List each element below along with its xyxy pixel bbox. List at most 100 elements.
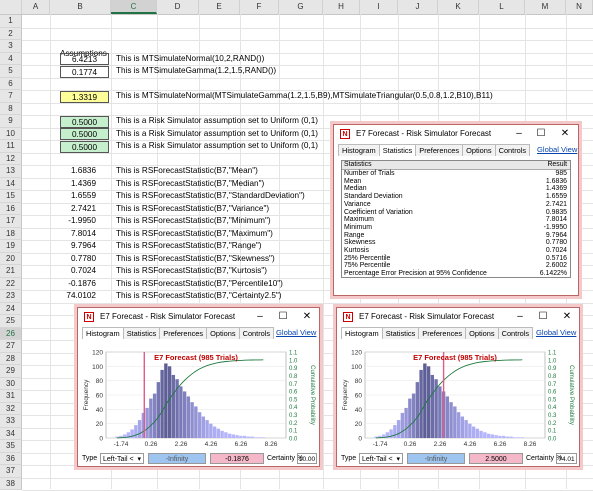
column-header-c[interactable]: C [111, 0, 157, 14]
close-icon[interactable]: ✕ [300, 308, 314, 326]
cell-value[interactable]: 6.4213 [60, 53, 109, 65]
tab-preferences[interactable]: Preferences [415, 144, 464, 156]
global-view-link[interactable]: Global View [537, 145, 577, 154]
column-header-m[interactable]: M [525, 0, 566, 14]
global-view-link[interactable]: Global View [536, 328, 576, 337]
row-header-2[interactable]: 2 [0, 27, 22, 40]
maximize-icon[interactable]: ☐ [276, 308, 290, 326]
column-header-d[interactable]: D [157, 0, 199, 14]
cell-value[interactable]: 0.5000 [60, 128, 109, 140]
row-header-6[interactable]: 6 [0, 77, 22, 90]
close-icon[interactable]: ✕ [560, 308, 574, 326]
statistics-window[interactable]: N E7 Forecast - Risk Simulator Forecast … [333, 124, 579, 296]
certainty-input[interactable]: 74.01 [556, 453, 577, 464]
cell-description[interactable]: This is a Risk Simulator assumption set … [116, 139, 318, 153]
row-header-5[interactable]: 5 [0, 65, 22, 78]
cell-value[interactable]: 0.5000 [60, 140, 109, 153]
cell-description[interactable]: This is RSForecastStatistic(B7,"Certaint… [116, 289, 282, 303]
row-header-30[interactable]: 30 [0, 377, 22, 390]
maximize-icon[interactable]: ☐ [536, 308, 550, 326]
tab-statistics[interactable]: Statistics [122, 327, 161, 339]
row-header-23[interactable]: 23 [0, 290, 22, 303]
row-header-3[interactable]: 3 [0, 40, 22, 53]
row-header-19[interactable]: 19 [0, 240, 22, 253]
minimize-icon[interactable]: – [512, 125, 526, 143]
row-header-1[interactable]: 1 [0, 15, 22, 28]
row-header-13[interactable]: 13 [0, 165, 22, 178]
row-header-17[interactable]: 17 [0, 215, 22, 228]
title-bar[interactable]: N E7 Forecast - Risk Simulator Forecast … [337, 308, 579, 326]
cell-value[interactable]: 0.1774 [60, 65, 109, 78]
row-header-25[interactable]: 25 [0, 315, 22, 328]
row-header-27[interactable]: 27 [0, 340, 22, 353]
column-header-g[interactable]: G [279, 0, 323, 14]
tab-options[interactable]: Options [462, 144, 496, 156]
tab-statistics[interactable]: Statistics [378, 144, 417, 156]
tab-options[interactable]: Options [465, 327, 499, 339]
minimize-icon[interactable]: – [253, 308, 267, 326]
row-header-20[interactable]: 20 [0, 252, 22, 265]
type-select[interactable]: Left-Tail < ▾ [100, 453, 144, 464]
maximize-icon[interactable]: ☐ [534, 125, 548, 143]
row-header-29[interactable]: 29 [0, 365, 22, 378]
column-header-l[interactable]: L [479, 0, 525, 14]
cell-value[interactable]: 74.0102 [54, 289, 96, 303]
tab-statistics[interactable]: Statistics [381, 327, 420, 339]
select-all-corner[interactable] [0, 0, 22, 14]
row-header-7[interactable]: 7 [0, 90, 22, 103]
column-header-a[interactable]: A [22, 0, 50, 14]
row-header-18[interactable]: 18 [0, 227, 22, 240]
title-bar[interactable]: N E7 Forecast - Risk Simulator Forecast … [78, 308, 319, 326]
cell-value[interactable]: 0.5000 [60, 115, 109, 128]
row-header-38[interactable]: 38 [0, 477, 22, 490]
lower-bound-input[interactable]: -Infinity [148, 453, 206, 464]
row-header-15[interactable]: 15 [0, 190, 22, 203]
row-header-4[interactable]: 4 [0, 52, 22, 65]
row-header-21[interactable]: 21 [0, 265, 22, 278]
column-header-f[interactable]: F [240, 0, 279, 14]
histogram-window-right[interactable]: N E7 Forecast - Risk Simulator Forecast … [336, 307, 580, 467]
certainty-input[interactable]: 10.00 [297, 453, 317, 464]
tab-controls[interactable]: Controls [494, 144, 531, 156]
row-header-26[interactable]: 26 [0, 327, 22, 340]
cell-description[interactable]: This is MTSimulateNormal(MTSimulateGamma… [116, 89, 493, 103]
column-header-b[interactable]: B [50, 0, 111, 14]
column-header-j[interactable]: J [398, 0, 438, 14]
tab-controls[interactable]: Controls [238, 327, 275, 339]
histogram-window-left[interactable]: N E7 Forecast - Risk Simulator Forecast … [77, 307, 320, 467]
column-header-i[interactable]: I [360, 0, 398, 14]
row-header-33[interactable]: 33 [0, 415, 22, 428]
row-header-12[interactable]: 12 [0, 152, 22, 165]
row-header-37[interactable]: 37 [0, 465, 22, 478]
tab-histogram[interactable]: Histogram [82, 327, 124, 339]
upper-bound-input[interactable]: 2.5000 [469, 453, 523, 464]
row-header-34[interactable]: 34 [0, 427, 22, 440]
row-header-16[interactable]: 16 [0, 202, 22, 215]
cell-value[interactable]: 1.3319 [60, 90, 109, 103]
global-view-link[interactable]: Global View [276, 328, 316, 337]
tab-options[interactable]: Options [206, 327, 240, 339]
cell-description[interactable]: This is MTSimulateGamma(1.2,1.5,RAND()) [116, 64, 276, 78]
row-header-28[interactable]: 28 [0, 352, 22, 365]
column-header-k[interactable]: K [438, 0, 479, 14]
row-header-35[interactable]: 35 [0, 440, 22, 453]
tab-histogram[interactable]: Histogram [338, 144, 380, 156]
upper-bound-input[interactable]: -0.1876 [210, 453, 264, 464]
row-header-36[interactable]: 36 [0, 452, 22, 465]
tab-preferences[interactable]: Preferences [159, 327, 208, 339]
row-header-10[interactable]: 10 [0, 127, 22, 140]
row-header-31[interactable]: 31 [0, 390, 22, 403]
row-header-9[interactable]: 9 [0, 115, 22, 128]
lower-bound-input[interactable]: -Infinity [407, 453, 465, 464]
column-header-e[interactable]: E [199, 0, 240, 14]
column-header-h[interactable]: H [323, 0, 360, 14]
type-select[interactable]: Left-Tail < ▾ [359, 453, 403, 464]
tab-controls[interactable]: Controls [497, 327, 534, 339]
row-header-14[interactable]: 14 [0, 177, 22, 190]
title-bar[interactable]: N E7 Forecast - Risk Simulator Forecast … [334, 125, 578, 143]
row-header-32[interactable]: 32 [0, 402, 22, 415]
row-header-22[interactable]: 22 [0, 277, 22, 290]
row-header-8[interactable]: 8 [0, 102, 22, 115]
tab-histogram[interactable]: Histogram [341, 327, 383, 339]
row-header-24[interactable]: 24 [0, 302, 22, 315]
